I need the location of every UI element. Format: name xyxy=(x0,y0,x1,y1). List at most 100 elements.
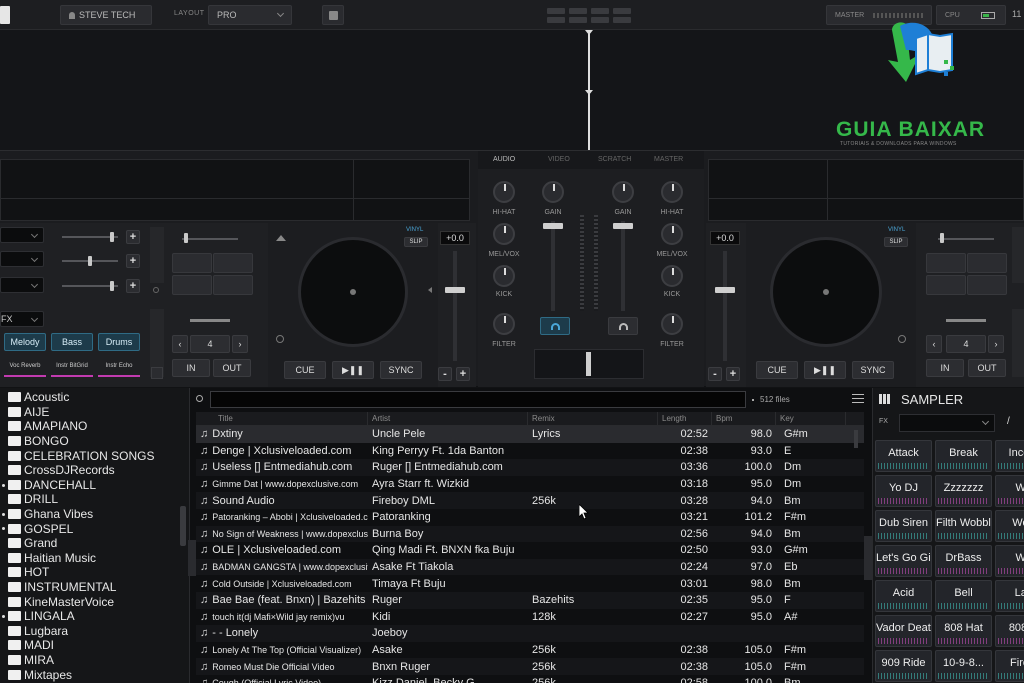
left-cue-button[interactable]: CUE xyxy=(284,361,326,379)
hotcue-pad-1[interactable] xyxy=(172,253,212,273)
sample-pad[interactable]: Wa xyxy=(995,475,1024,507)
folder-item[interactable]: Mixtapes xyxy=(0,667,189,682)
track-row[interactable]: ♫ Gimme Dat | www.dopexclusive.com Ayra St… xyxy=(196,476,864,493)
left-slip-button[interactable]: SLIP xyxy=(404,237,428,247)
left-pitch-fader-track[interactable] xyxy=(453,251,457,361)
track-row[interactable]: ♫ Bae Bae (feat. Bnxn) | Bazehits Ruger Baz… xyxy=(196,591,864,609)
right-filter-knob[interactable] xyxy=(661,313,683,335)
right-gain-knob[interactable] xyxy=(612,181,634,203)
sample-pad[interactable]: 808 C xyxy=(995,615,1024,647)
stem-plus-button-3[interactable]: + xyxy=(126,279,140,293)
user-side-tab[interactable] xyxy=(150,227,164,283)
tab-scratch[interactable]: SCRATCH xyxy=(598,156,631,163)
sample-pad[interactable]: Incom xyxy=(995,440,1024,472)
folder-item[interactable]: GOSPEL xyxy=(0,521,189,536)
folder-item[interactable]: Lugbara xyxy=(0,624,189,639)
tab-master[interactable]: MASTER xyxy=(654,156,683,163)
track-row[interactable]: ♫ Dxtiny Uncle Pele Lyrics 02:52 98.0 G#m xyxy=(196,426,864,443)
sample-pad[interactable]: Attack xyxy=(875,440,932,472)
right-loop-next-button[interactable]: › xyxy=(988,335,1004,353)
right-hotcue-pad-2[interactable] xyxy=(967,253,1007,273)
right-hotcue-pad-4[interactable] xyxy=(967,275,1007,295)
left-volume-fader-knob[interactable] xyxy=(543,223,563,229)
loop-in-button[interactable]: IN xyxy=(172,359,210,377)
profile-button[interactable]: STEVE TECH xyxy=(60,5,152,25)
stem-slider-3-knob[interactable] xyxy=(110,281,114,291)
left-deck-waveform-overview[interactable] xyxy=(0,159,470,221)
sample-pad[interactable]: Zzzzzzz xyxy=(935,475,992,507)
right-pitch-fader-track[interactable] xyxy=(723,251,727,361)
loop-prev-button[interactable]: ‹ xyxy=(172,335,188,353)
sample-pad[interactable]: Filth Wobble xyxy=(935,510,992,542)
track-row[interactable]: ♫ Romeo Must Die Official Video Bnxn Ruger… xyxy=(196,658,864,675)
deck-left-filter-knob[interactable] xyxy=(184,233,188,243)
folder-item[interactable]: BONGO xyxy=(0,434,189,449)
folder-item[interactable]: LINGALA xyxy=(0,609,189,624)
sample-pad[interactable]: Las xyxy=(995,580,1024,612)
sampler-fx-select[interactable] xyxy=(899,414,995,432)
loop-next-button[interactable]: › xyxy=(232,335,248,353)
sample-pad[interactable]: Let's Go Girl xyxy=(875,545,932,577)
sample-pad[interactable]: Wa xyxy=(995,545,1024,577)
folder-item[interactable]: MIRA xyxy=(0,653,189,668)
stem-plus-button-1[interactable]: + xyxy=(126,230,140,244)
track-row[interactable]: ♫ Lonely At The Top (Official Visualizer)… xyxy=(196,642,864,659)
right-hotcue-pad-3[interactable] xyxy=(926,275,966,295)
right-cue-button[interactable]: CUE xyxy=(756,361,798,379)
sample-pad[interactable]: 909 Ride xyxy=(875,650,932,682)
right-pitch-minus[interactable]: - xyxy=(708,367,722,381)
column-bpm[interactable]: Bpm xyxy=(712,412,776,425)
sample-pad[interactable]: Wob xyxy=(995,510,1024,542)
deck-right-filter-slider[interactable] xyxy=(938,238,994,240)
deck-right-filter-knob[interactable] xyxy=(940,233,944,243)
right-loop-in-button[interactable]: IN xyxy=(926,359,964,377)
left-stem-select-3[interactable] xyxy=(0,277,44,293)
right-sync-button[interactable]: SYNC xyxy=(852,361,894,379)
track-row[interactable]: ♫ Denge | Xclusiveloaded.com King Perryy F… xyxy=(196,443,864,460)
sample-pad[interactable]: DrBass xyxy=(935,545,992,577)
folder-item[interactable]: Grand xyxy=(0,536,189,551)
stem-plus-button-2[interactable]: + xyxy=(126,254,140,268)
sample-pad[interactable]: Bell xyxy=(935,580,992,612)
eject-icon[interactable] xyxy=(276,231,286,241)
hotcue-pad-3[interactable] xyxy=(172,275,212,295)
expand-dot-icon[interactable] xyxy=(2,512,5,516)
left-melvox-knob[interactable] xyxy=(493,223,515,245)
pad-drums-button[interactable]: Drums xyxy=(98,333,140,351)
fx-select[interactable]: FX xyxy=(0,311,44,327)
folder-scrollbar[interactable] xyxy=(180,506,186,546)
column-remix[interactable]: Remix xyxy=(528,412,658,425)
right-slip-button[interactable]: SLIP xyxy=(884,237,908,247)
video-window-button[interactable] xyxy=(322,5,344,25)
right-loop-length-value[interactable]: 4 xyxy=(946,335,986,353)
sideview-tab[interactable] xyxy=(864,536,872,580)
stem-slider-2-knob[interactable] xyxy=(88,256,92,266)
crossfader-knob[interactable] xyxy=(586,352,591,376)
folder-item[interactable]: Acoustic xyxy=(0,390,189,405)
column-artist[interactable]: Artist xyxy=(368,412,528,425)
right-kick-knob[interactable] xyxy=(661,265,683,287)
track-row[interactable]: ♫ touch it(dj Mafi×Wild jay remix)vu Kidi 1… xyxy=(196,609,864,626)
folder-tree[interactable]: Acoustic AIJE AMAPIANO BONGO CELEBRATION SON… xyxy=(0,388,190,683)
sampler-edit-icon[interactable]: / xyxy=(1007,416,1010,427)
folder-item[interactable]: Haitian Music xyxy=(0,551,189,566)
right-volume-fader-track[interactable] xyxy=(621,221,625,311)
side-minus[interactable] xyxy=(151,367,163,379)
left-headphone-cue-button[interactable] xyxy=(540,317,570,335)
loop-length-value[interactable]: 4 xyxy=(190,335,230,353)
right-loop-side-tab[interactable] xyxy=(1012,309,1024,377)
left-hihat-knob[interactable] xyxy=(493,181,515,203)
column-key[interactable]: Key xyxy=(776,412,846,425)
track-row[interactable]: ♫BADMAN GANGSTA | www.dopexclusive.com As… xyxy=(196,558,864,576)
right-loop-prev-button[interactable]: ‹ xyxy=(926,335,942,353)
sample-pad[interactable]: Dub Siren xyxy=(875,510,932,542)
right-jog-wheel[interactable] xyxy=(770,237,882,347)
track-scrollbar[interactable] xyxy=(854,430,858,448)
sample-pad[interactable]: Acid xyxy=(875,580,932,612)
pad-bass-button[interactable]: Bass xyxy=(51,333,93,351)
sample-pad[interactable]: Yo DJ xyxy=(875,475,932,507)
sample-pad[interactable]: 808 Hat xyxy=(935,615,992,647)
left-kick-knob[interactable] xyxy=(493,265,515,287)
track-list[interactable]: Title Artist Remix Length Bpm Key ♫ Dxtin… xyxy=(196,412,864,683)
folder-item[interactable]: DANCEHALL xyxy=(0,478,189,493)
